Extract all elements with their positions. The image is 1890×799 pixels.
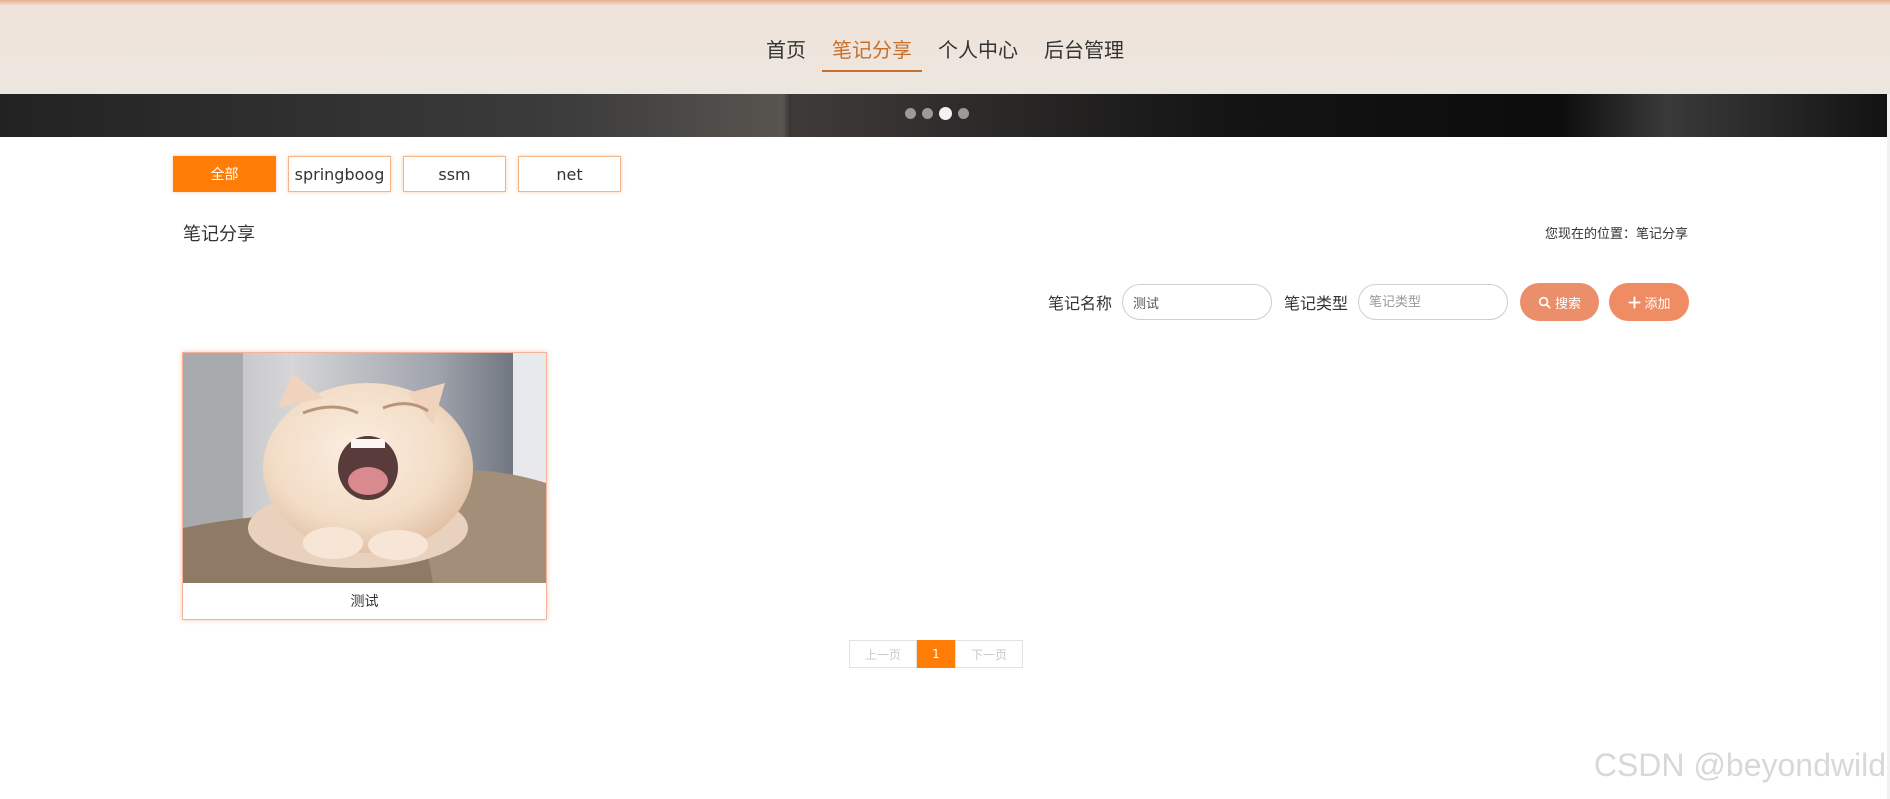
next-page-button[interactable]: 下一页 <box>955 640 1023 668</box>
plus-icon <box>1627 295 1641 309</box>
note-name-label: 笔记名称 <box>1048 294 1113 313</box>
site-header: 首页 笔记分享 个人中心 后台管理 <box>0 0 1890 94</box>
category-all[interactable]: 全部 <box>173 156 276 192</box>
nav-note-share[interactable]: 笔记分享 <box>822 30 922 72</box>
category-springboog[interactable]: springboog <box>288 156 391 192</box>
search-bar: 笔记名称 笔记类型 搜索 添加 <box>1048 283 1690 321</box>
category-ssm[interactable]: ssm <box>403 156 506 192</box>
carousel-dot-1[interactable] <box>905 108 916 119</box>
breadcrumb: 您现在的位置：笔记分享 <box>1544 227 1688 242</box>
note-type-input[interactable] <box>1358 284 1509 320</box>
header-accent-line <box>0 0 1890 6</box>
main-nav: 首页 笔记分享 个人中心 后台管理 <box>0 30 1890 72</box>
add-button[interactable]: 添加 <box>1609 283 1690 321</box>
pagination: 上一页 1 下一页 <box>849 640 1023 668</box>
add-button-label: 添加 <box>1644 296 1671 312</box>
category-net[interactable]: net <box>518 156 621 192</box>
note-card-title[interactable]: 测试 <box>183 583 546 619</box>
note-card-image[interactable] <box>183 353 546 583</box>
prev-page-button[interactable]: 上一页 <box>849 640 917 668</box>
category-filter: 全部 springboog ssm net <box>173 156 621 192</box>
search-button[interactable]: 搜索 <box>1520 283 1600 321</box>
watermark: CSDN @beyondwild <box>1593 747 1886 783</box>
page-title: 笔记分享 <box>183 224 255 245</box>
search-icon <box>1538 296 1551 309</box>
current-page[interactable]: 1 <box>917 640 955 668</box>
carousel-dot-4[interactable] <box>958 108 969 119</box>
note-type-label: 笔记类型 <box>1284 294 1349 313</box>
carousel-dots <box>905 107 969 120</box>
carousel-dot-3[interactable] <box>939 107 952 120</box>
carousel-dot-2[interactable] <box>922 108 933 119</box>
nav-home[interactable]: 首页 <box>756 30 816 72</box>
nav-admin[interactable]: 后台管理 <box>1034 30 1134 72</box>
note-card[interactable]: 测试 <box>182 352 547 620</box>
note-name-input[interactable] <box>1122 284 1273 320</box>
search-button-label: 搜索 <box>1555 296 1582 312</box>
banner-carousel <box>0 94 1887 137</box>
nav-personal-center[interactable]: 个人中心 <box>928 30 1028 72</box>
